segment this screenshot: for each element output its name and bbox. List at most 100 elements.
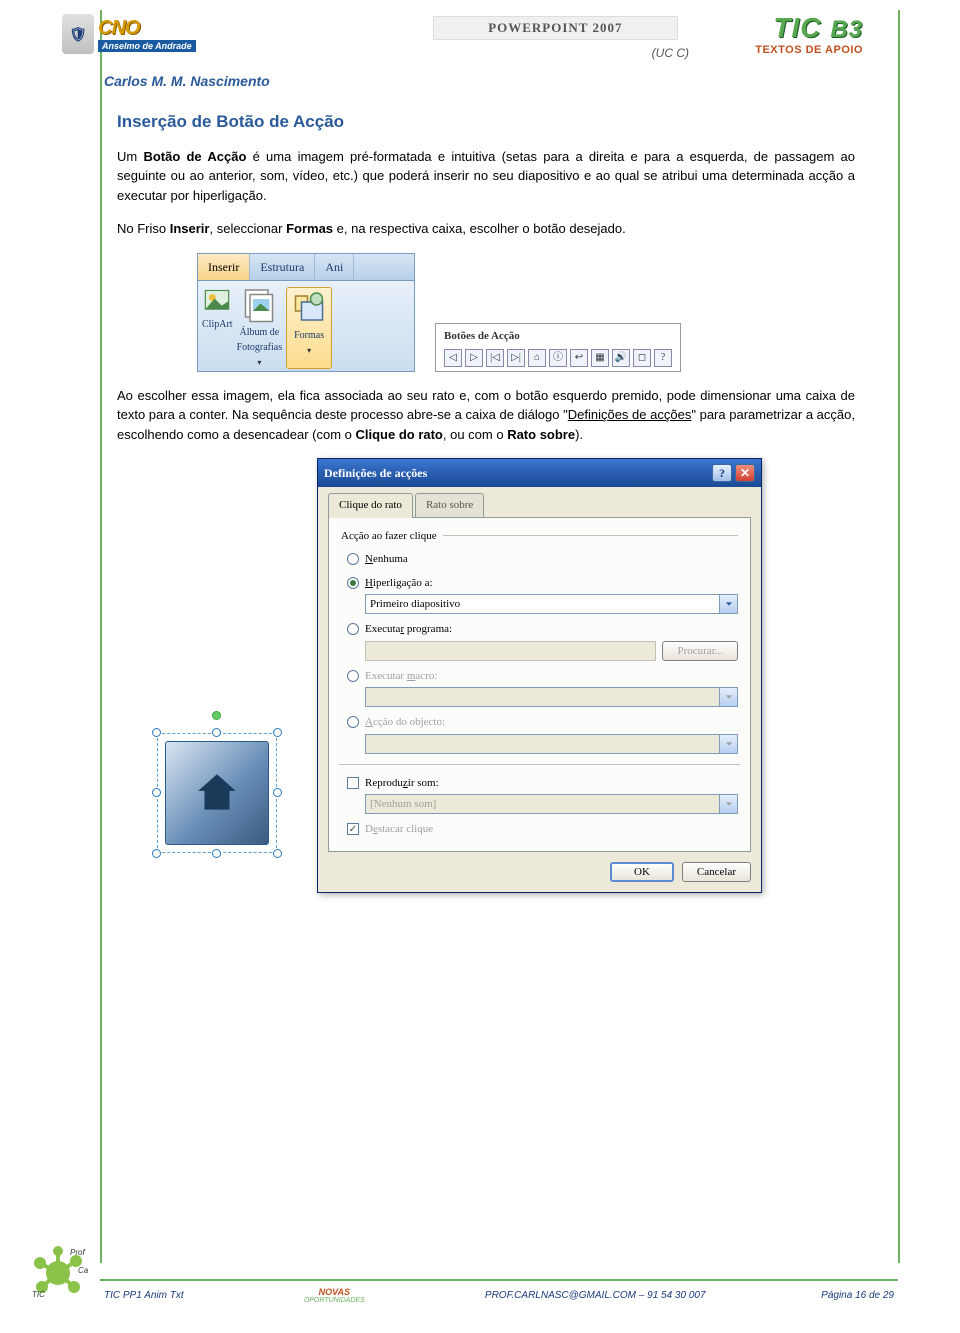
clipart-icon xyxy=(203,287,231,315)
shapes-gallery: Botões de Acção ◁ ▷ |◁ ▷| ⌂ ⓘ ↩ ▦ 🔊 ◻ ? xyxy=(435,323,681,372)
action-button-last[interactable]: ▷| xyxy=(507,349,525,367)
svg-text:Prof: Prof xyxy=(70,1248,85,1257)
footer-page-number: Página 16 de 29 xyxy=(821,1290,894,1301)
action-button-movie[interactable]: ▦ xyxy=(591,349,609,367)
action-button-preview[interactable] xyxy=(157,733,277,853)
paragraph-1: Um Botão de Acção é uma imagem pré-forma… xyxy=(117,147,855,206)
dropdown-arrow-icon[interactable] xyxy=(720,594,738,614)
macro-combo xyxy=(365,687,738,707)
page-border-left xyxy=(100,10,102,1263)
checkbox-icon xyxy=(347,777,359,789)
b3-text: B3 xyxy=(830,16,863,43)
ribbon-tab-ani[interactable]: Ani xyxy=(315,254,354,280)
action-button-home[interactable]: ⌂ xyxy=(528,349,546,367)
resize-handle[interactable] xyxy=(152,849,161,858)
checkbox-icon: ✓ xyxy=(347,823,359,835)
resize-handle[interactable] xyxy=(152,728,161,737)
album-icon xyxy=(241,287,277,323)
sound-combo xyxy=(365,794,738,814)
novas-oportunidades-logo: NOVAS OPORTUNIDADES xyxy=(299,1279,369,1311)
shapes-icon xyxy=(291,290,327,326)
radio-icon xyxy=(347,670,359,682)
fieldset-legend: Acção ao fazer clique xyxy=(341,528,738,545)
radio-execute-macro: Executar macro: xyxy=(347,668,738,685)
resize-handle[interactable] xyxy=(273,788,282,797)
section-title: Inserção de Botão de Acção xyxy=(117,109,855,135)
tab-rato-sobre[interactable]: Rato sobre xyxy=(415,493,484,518)
action-button-blank[interactable]: ◻ xyxy=(633,349,651,367)
action-button-info[interactable]: ⓘ xyxy=(549,349,567,367)
hyperlink-combo[interactable] xyxy=(365,594,738,614)
shapes-gallery-title: Botões de Acção xyxy=(444,328,672,345)
dropdown-arrow-icon xyxy=(720,794,738,814)
ribbon-illustration: Inserir Estrutura Ani ClipArt xyxy=(197,253,855,372)
close-button[interactable]: ✕ xyxy=(735,464,755,482)
dropdown-arrow-icon xyxy=(720,734,738,754)
ribbon-group-album[interactable]: Álbum de Fotografias ▾ xyxy=(237,287,283,369)
separator xyxy=(339,764,740,765)
ribbon-tab-inserir[interactable]: Inserir xyxy=(198,254,250,280)
action-button-return[interactable]: ↩ xyxy=(570,349,588,367)
radio-icon xyxy=(347,623,359,635)
footer-doc-name: TIC PP1 Anim Txt xyxy=(104,1290,184,1301)
ribbon-group-formas[interactable]: Formas ▾ xyxy=(286,287,332,369)
action-button-sound[interactable]: 🔊 xyxy=(612,349,630,367)
action-button-help[interactable]: ? xyxy=(654,349,672,367)
browse-button: Procurar... xyxy=(662,641,738,661)
ok-button[interactable]: OK xyxy=(610,862,674,882)
sound-value xyxy=(365,794,720,814)
dropdown-arrow-icon: ▾ xyxy=(257,357,261,369)
help-button[interactable]: ? xyxy=(712,464,732,482)
page-footer: TIC PP1 Anim Txt NOVAS OPORTUNIDADES PRO… xyxy=(100,1273,898,1313)
resize-handle[interactable] xyxy=(273,728,282,737)
tab-clique-rato[interactable]: Clique do rato xyxy=(328,493,413,518)
home-shape xyxy=(165,741,269,845)
resize-handle[interactable] xyxy=(273,849,282,858)
action-button-forward[interactable]: ▷ xyxy=(465,349,483,367)
textos-apoio: TEXTOS DE APOIO xyxy=(755,44,863,56)
cno-badge: 🛡 xyxy=(62,14,94,54)
radio-object-action: Acção do objecto: xyxy=(347,714,738,731)
page-header: 🛡 CNO Anselmo de Andrade POWERPOINT 2007… xyxy=(62,10,905,85)
radio-icon xyxy=(347,577,359,589)
resize-handle[interactable] xyxy=(152,788,161,797)
ribbon-group-clipart[interactable]: ClipArt xyxy=(202,287,233,369)
dropdown-arrow-icon xyxy=(720,687,738,707)
cancel-button[interactable]: Cancelar xyxy=(682,862,751,882)
document-title: POWERPOINT 2007 xyxy=(433,16,677,40)
course-badge: TIC B3 TEXTOS DE APOIO xyxy=(755,12,863,56)
svg-text:Carl: Carl xyxy=(78,1266,88,1275)
radio-hyperlink[interactable]: Hiperligação a: xyxy=(347,575,738,592)
radio-icon xyxy=(347,553,359,565)
ribbon-tab-estrutura[interactable]: Estrutura xyxy=(250,254,315,280)
dialog-titlebar[interactable]: Definições de acções ? ✕ xyxy=(318,459,761,487)
program-path-field xyxy=(365,641,656,661)
resize-handle[interactable] xyxy=(212,728,221,737)
ucc-label: (UC C) xyxy=(652,46,689,60)
hyperlink-value[interactable] xyxy=(365,594,720,614)
dialog-title-text: Definições de acções xyxy=(324,464,427,482)
checkbox-highlight-click: ✓ Destacar clique xyxy=(347,821,738,838)
radio-icon xyxy=(347,716,359,728)
cno-text: CNO xyxy=(98,17,196,40)
checkbox-play-sound[interactable]: Reproduzir som: xyxy=(347,775,738,792)
home-icon xyxy=(192,768,242,818)
object-action-value xyxy=(365,734,720,754)
tic-text: TIC xyxy=(773,12,821,43)
object-action-combo xyxy=(365,734,738,754)
macro-value xyxy=(365,687,720,707)
svg-text:TIC: TIC xyxy=(32,1290,45,1299)
prof-logo: Prof Carl TIC xyxy=(28,1243,88,1303)
cno-logo: 🛡 CNO Anselmo de Andrade xyxy=(62,14,196,54)
ribbon-panel: Inserir Estrutura Ani ClipArt xyxy=(197,253,415,372)
radio-none[interactable]: Nenhuma xyxy=(347,551,738,568)
resize-handle[interactable] xyxy=(212,849,221,858)
action-button-first[interactable]: |◁ xyxy=(486,349,504,367)
action-button-back[interactable]: ◁ xyxy=(444,349,462,367)
rotate-handle[interactable] xyxy=(212,711,221,720)
action-settings-dialog: Definições de acções ? ✕ Clique do rato … xyxy=(317,458,762,893)
paragraph-3: Ao escolher essa imagem, ela fica associ… xyxy=(117,386,855,445)
footer-email: PROF.CARLNASC@GMAIL.COM – 91 54 30 007 xyxy=(485,1290,706,1301)
radio-execute-program[interactable]: Executar programa: xyxy=(347,621,738,638)
paragraph-2: No Friso Inserir, seleccionar Formas e, … xyxy=(117,219,855,239)
